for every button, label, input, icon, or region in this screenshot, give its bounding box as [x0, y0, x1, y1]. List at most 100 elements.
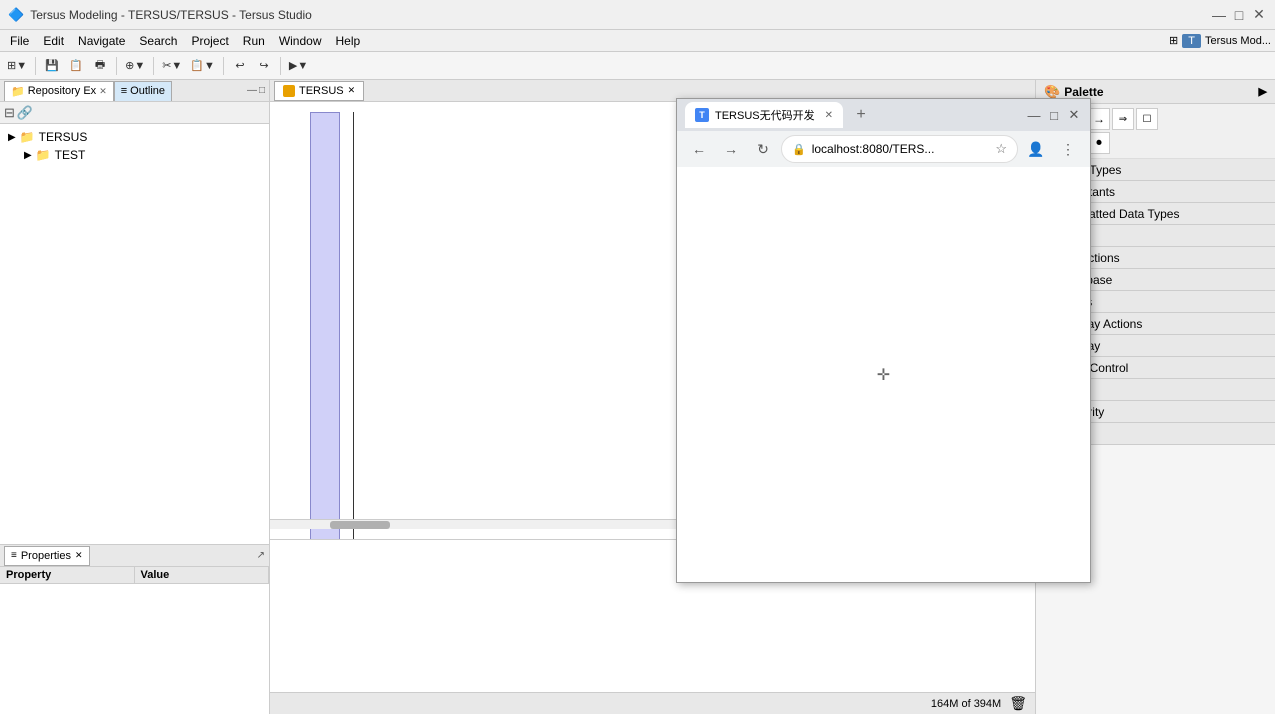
toolbar-paste[interactable]: 📋▼	[187, 55, 218, 77]
menu-edit[interactable]: Edit	[37, 32, 70, 50]
editor-tab-tersus[interactable]: TERSUS ✕	[274, 81, 364, 101]
browser-new-tab-btn[interactable]: +	[849, 103, 873, 127]
toolbar-sep-3	[153, 57, 154, 75]
toolbar-redo[interactable]: ↪	[253, 55, 275, 77]
diagram-block-left[interactable]	[310, 112, 340, 539]
palette-title: Palette	[1064, 85, 1103, 99]
menu-file[interactable]: File	[4, 32, 35, 50]
toolbar-save[interactable]: 💾	[41, 55, 63, 77]
repo-tab-label: Repository Ex	[28, 85, 96, 97]
gc-button[interactable]: 🗑	[1009, 695, 1027, 712]
toolbar-run[interactable]: ▶▼	[286, 55, 311, 77]
repo-toolbar: ⊟ 🔗	[0, 102, 269, 124]
props-col-value: Value	[135, 567, 270, 583]
props-content: Property Value	[0, 567, 269, 714]
repo-item-test[interactable]: ▶ 📁 TEST	[4, 146, 265, 164]
editor-tab-close[interactable]: ✕	[348, 85, 356, 96]
toolbar-add[interactable]: ⊕▼	[122, 55, 148, 77]
status-bar: 164M of 394M 🗑	[270, 692, 1035, 714]
browser-back-btn[interactable]: ←	[685, 135, 713, 163]
app-icon: 🔷	[8, 7, 24, 23]
outline-tab-label: Outline	[130, 85, 165, 97]
repo-tab-icon: 📁	[11, 85, 25, 98]
menu-run[interactable]: Run	[237, 32, 271, 50]
browser-tab-close-icon[interactable]: ✕	[825, 110, 833, 121]
toolbar-copy[interactable]: 📋	[65, 55, 87, 77]
browser-close-btn[interactable]: ✕	[1066, 107, 1082, 123]
props-empty-area	[0, 584, 269, 704]
browser-forward-btn[interactable]: →	[717, 135, 745, 163]
repo-collapse-btn[interactable]: ⊟	[4, 105, 15, 121]
browser-favicon: T	[695, 108, 709, 122]
box-tool[interactable]: ☐	[1136, 108, 1158, 130]
repo-item-tersus[interactable]: ▶ 📁 TERSUS	[4, 128, 265, 146]
circle-tool[interactable]: ⏺	[1088, 132, 1110, 154]
menu-window[interactable]: Window	[273, 32, 328, 50]
left-panel-controls: — □	[247, 85, 265, 96]
tersus-mod-label: T	[1182, 34, 1201, 48]
props-expand-btn[interactable]: ↗	[257, 550, 265, 561]
center-area: TERSUS ✕ <El	[270, 80, 1035, 714]
menu-bar: File Edit Navigate Search Project Run Wi…	[0, 30, 1275, 52]
minimize-button[interactable]: —	[1211, 7, 1227, 23]
title-bar-controls[interactable]: — □ ✕	[1211, 7, 1267, 23]
repo-tab-close[interactable]: ✕	[99, 86, 107, 97]
toolbar-print[interactable]: 🖶	[89, 55, 111, 77]
browser-tab-active[interactable]: T TERSUS无代码开发 ✕	[685, 102, 843, 128]
tab-outline[interactable]: ≡ Outline	[114, 81, 172, 101]
browser-menu-btn[interactable]: ⋮	[1054, 135, 1082, 163]
panel-maximize-btn[interactable]: □	[259, 85, 265, 96]
outline-tab-icon: ≡	[121, 85, 127, 97]
toolbar-undo[interactable]: ↩	[229, 55, 251, 77]
editor-tab-label: TERSUS	[299, 85, 344, 97]
browser-title-bar: T TERSUS无代码开发 ✕ + — □ ✕	[677, 99, 1090, 131]
browser-cursor: ✛	[877, 365, 890, 385]
toolbar-cut[interactable]: ✂▼	[159, 55, 185, 77]
browser-window: T TERSUS无代码开发 ✕ + — □ ✕ ← → ↻	[676, 98, 1091, 583]
panel-minimize-btn[interactable]: —	[247, 85, 257, 96]
toolbar-sep-2	[116, 57, 117, 75]
tab-repository-explorer[interactable]: 📁 Repository Ex ✕	[4, 81, 114, 101]
toolbar-open[interactable]: ⊞▼	[4, 55, 30, 77]
menu-search[interactable]: Search	[133, 32, 183, 50]
browser-content-area: ✛	[677, 167, 1090, 582]
scrollbar-thumb-h	[330, 521, 390, 529]
browser-nav-bar: ← → ↻ 🔒 localhost:8080/TERS... ☆ 👤 ⋮	[677, 131, 1090, 167]
memory-usage: 164M of 394M	[931, 698, 1001, 710]
repository-panel: ▶ 📁 TERSUS ▶ 📁 TEST	[0, 124, 269, 544]
title-bar: 🔷 Tersus Modeling - TERSUS/TERSUS - Ters…	[0, 0, 1275, 30]
browser-minimize-btn[interactable]: —	[1026, 107, 1042, 123]
menu-navigate[interactable]: Navigate	[72, 32, 131, 50]
toolbar-sep-5	[280, 57, 281, 75]
close-button[interactable]: ✕	[1251, 7, 1267, 23]
toolbar-sep-1	[35, 57, 36, 75]
browser-profile-btn[interactable]: 👤	[1022, 135, 1050, 163]
props-close[interactable]: ✕	[75, 550, 83, 561]
menu-help[interactable]: Help	[330, 32, 367, 50]
maximize-button[interactable]: □	[1231, 7, 1247, 23]
arrow-right-tool[interactable]: →	[1088, 108, 1110, 130]
browser-bookmark-icon[interactable]: ☆	[995, 141, 1007, 157]
tersus-studio-label: Tersus Mod...	[1205, 35, 1271, 47]
properties-panel: ≡ Properties ✕ ↗ Property Value	[0, 544, 269, 714]
props-tab-bar: ≡ Properties ✕ ↗	[0, 545, 269, 567]
browser-refresh-btn[interactable]: ↻	[749, 135, 777, 163]
menu-project[interactable]: Project	[185, 32, 234, 50]
repo-link-btn[interactable]: 🔗	[17, 105, 33, 121]
main-layout: 📁 Repository Ex ✕ ≡ Outline — □ ⊟ 🔗 ▶ 📁	[0, 80, 1275, 714]
props-icon: ≡	[11, 550, 17, 561]
title-bar-left: 🔷 Tersus Modeling - TERSUS/TERSUS - Ters…	[8, 7, 312, 23]
browser-maximize-btn[interactable]: □	[1046, 107, 1062, 123]
props-label: Properties	[21, 550, 71, 562]
left-panel-tab-bar: 📁 Repository Ex ✕ ≡ Outline — □	[0, 80, 269, 102]
browser-lock-icon: 🔒	[792, 143, 806, 156]
perspective-icon: ⊞	[1169, 34, 1178, 47]
double-arrow-tool[interactable]: ⇒	[1112, 108, 1134, 130]
props-header: Property Value	[0, 567, 269, 584]
tab-properties[interactable]: ≡ Properties ✕	[4, 546, 90, 566]
tersus-folder-icon: 📁	[20, 130, 35, 144]
props-controls: ↗	[257, 550, 265, 561]
browser-address-bar[interactable]: 🔒 localhost:8080/TERS... ☆	[781, 135, 1018, 163]
tersus-expand-icon: ▶	[8, 132, 16, 143]
palette-expand-btn[interactable]: ▶	[1259, 85, 1267, 98]
